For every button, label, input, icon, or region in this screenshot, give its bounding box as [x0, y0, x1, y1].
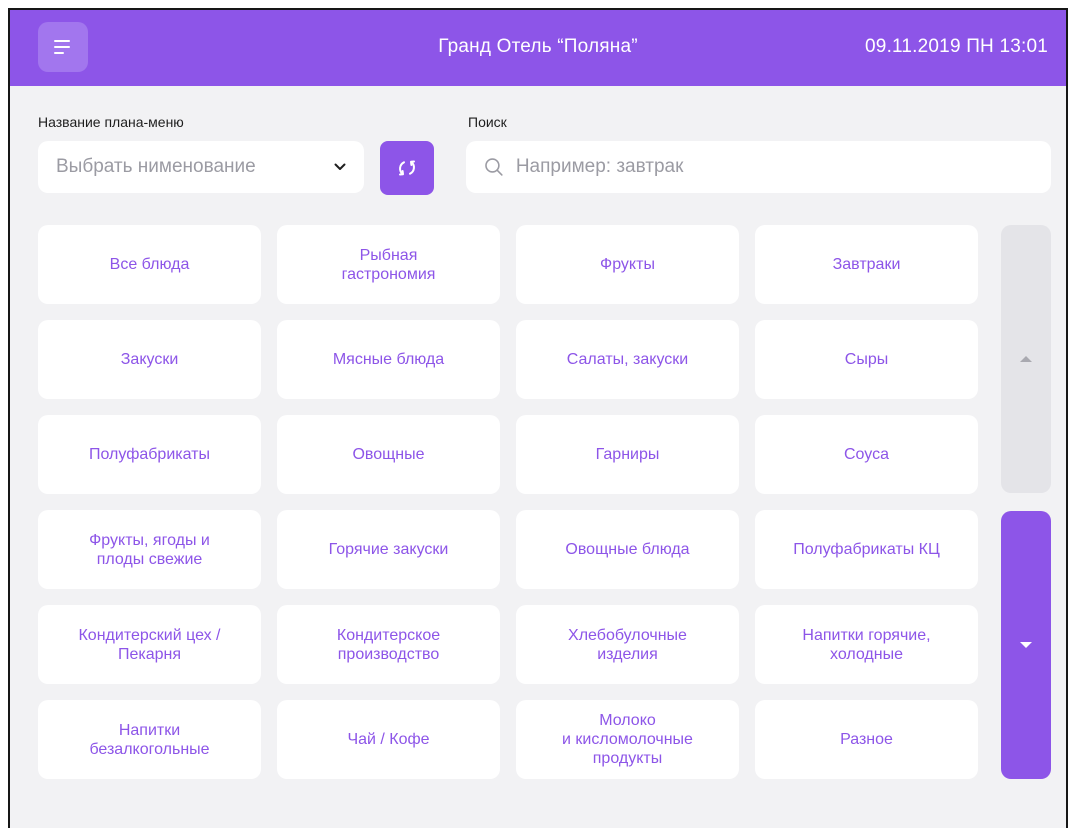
category-tile[interactable]: Кондитерский цех / Пекарня: [38, 605, 261, 684]
category-tile[interactable]: Мясные блюда: [277, 320, 500, 399]
category-tile[interactable]: Завтраки: [755, 225, 978, 304]
category-tile[interactable]: Овощные: [277, 415, 500, 494]
category-tile[interactable]: Чай / Кофе: [277, 700, 500, 779]
category-tile[interactable]: Разное: [755, 700, 978, 779]
category-tile[interactable]: Все блюда: [38, 225, 261, 304]
category-tile[interactable]: Салаты, закуски: [516, 320, 739, 399]
scroll-up-button[interactable]: [1001, 225, 1051, 493]
scroll-down-button[interactable]: [1001, 511, 1051, 779]
app-window: Гранд Отель “Поляна” 09.11.2019 ПН 13:01…: [8, 8, 1068, 828]
triangle-down-icon: [1020, 642, 1032, 648]
search-input[interactable]: [513, 155, 1033, 179]
category-tile[interactable]: Фрукты: [516, 225, 739, 304]
category-tile[interactable]: Соуса: [755, 415, 978, 494]
category-tile[interactable]: Горячие закуски: [277, 510, 500, 589]
category-tile[interactable]: Овощные блюда: [516, 510, 739, 589]
category-tile[interactable]: Молоко и кисломолочные продукты: [516, 700, 739, 779]
category-tile[interactable]: Напитки безалкогольные: [38, 700, 261, 779]
category-tile[interactable]: Кондитерское производство: [277, 605, 500, 684]
plan-menu-label: Название плана-меню: [38, 114, 184, 130]
category-tile[interactable]: Гарниры: [516, 415, 739, 494]
category-tile[interactable]: Напитки горячие, холодные: [755, 605, 978, 684]
category-tile[interactable]: Полуфабрикаты КЦ: [755, 510, 978, 589]
top-bar: Гранд Отель “Поляна” 09.11.2019 ПН 13:01: [10, 10, 1066, 86]
plan-menu-placeholder: Выбрать нименование: [56, 156, 256, 177]
category-tile[interactable]: Рыбная гастрономия: [277, 225, 500, 304]
category-tile[interactable]: Закуски: [38, 320, 261, 399]
triangle-up-icon: [1020, 356, 1032, 362]
refresh-icon: [399, 160, 415, 176]
date-time: 09.11.2019 ПН 13:01: [865, 36, 1048, 57]
category-tile[interactable]: Полуфабрикаты: [38, 415, 261, 494]
refresh-button[interactable]: [380, 141, 434, 195]
category-tile[interactable]: Сыры: [755, 320, 978, 399]
plan-menu-select[interactable]: Выбрать нименование: [38, 141, 364, 193]
search-label: Поиск: [468, 114, 507, 130]
category-tile[interactable]: Хлебобулочные изделия: [516, 605, 739, 684]
search-field[interactable]: [466, 141, 1051, 193]
category-grid: Все блюда Рыбная гастрономия Фрукты Завтрак…: [38, 225, 978, 779]
category-tile[interactable]: Фрукты, ягоды и плоды свежие: [38, 510, 261, 589]
chevron-down-icon: [334, 163, 346, 170]
search-icon: [485, 158, 503, 176]
